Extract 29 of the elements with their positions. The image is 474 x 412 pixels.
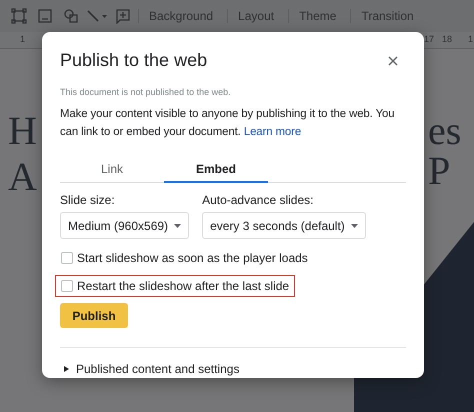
field-label: Auto-advance slides: [202,193,314,207]
dropdown[interactable]: every 3 seconds (default) [202,212,366,239]
highlighted-option[interactable]: Restart the slideshow after the last slide [55,275,296,297]
triangle-icon [64,366,69,372]
field-label: Slide size: [60,193,116,207]
publish-status: This document is not published to the web. [60,87,232,97]
tab[interactable]: Link [60,157,164,183]
close-button[interactable] [386,54,400,68]
slide-text: H [8,111,37,151]
disclosure-toggle[interactable]: Published content and settings [60,362,240,376]
slide-text: A [8,157,37,197]
checkbox[interactable] [61,252,73,264]
dialog-title: Publish to the web [60,50,208,71]
learn-more-link[interactable]: Learn more [244,126,302,138]
dropdown[interactable]: Medium (960x569) [60,212,190,239]
ruler-number: 18 [442,34,452,44]
tab[interactable]: Embed [164,157,268,183]
option-label: Start slideshow as soon as the player loads [77,251,308,265]
checkbox[interactable] [61,280,73,292]
description-text: Make your content visible to anyone by publishing it to the web. You can link to or embed your document. Learn more [60,107,396,140]
ruler-number: 1 [20,34,26,44]
ruler-number: 1 [468,34,474,44]
option-label: Restart the slideshow after the last slide [77,279,290,293]
ruler-number: 17 [424,34,434,44]
publish-button[interactable]: Publish [60,303,128,328]
caret-icon [174,224,182,228]
caret-icon [350,224,358,228]
checkbox-option[interactable]: Start slideshow as soon as the player loads [55,247,314,269]
slide-text: es P [428,111,462,191]
